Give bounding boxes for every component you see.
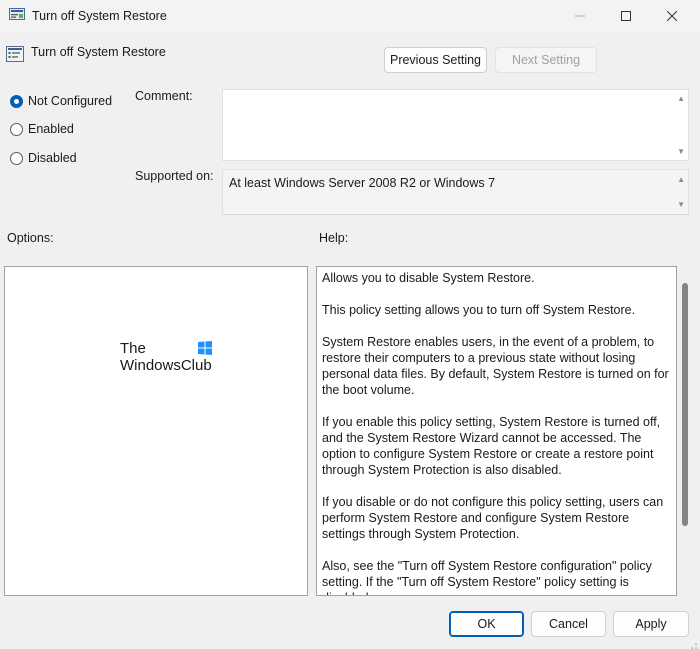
supported-on-label: Supported on:	[135, 169, 214, 183]
policy-title: Turn off System Restore	[31, 45, 166, 59]
radio-not-configured[interactable]: Not Configured	[10, 94, 112, 108]
help-panel[interactable]: Allows you to disable System Restore. Th…	[316, 266, 677, 596]
radio-label: Disabled	[28, 151, 77, 165]
scroll-up-icon[interactable]: ▲	[677, 94, 685, 103]
minimize-button[interactable]	[557, 0, 603, 32]
help-paragraph: Also, see the "Turn off System Restore c…	[322, 559, 652, 595]
help-scrollbar-thumb[interactable]	[682, 283, 688, 526]
help-paragraph: This policy setting allows you to turn o…	[322, 303, 636, 317]
help-paragraph: If you enable this policy setting, Syste…	[322, 415, 661, 477]
window-title: Turn off System Restore	[32, 9, 167, 23]
next-setting-button[interactable]: Next Setting	[495, 47, 597, 73]
help-label: Help:	[319, 231, 349, 245]
supported-on-field: At least Windows Server 2008 R2 or Windo…	[222, 169, 689, 215]
options-panel: The WindowsClub	[4, 266, 308, 596]
help-text: Allows you to disable System Restore. Th…	[322, 270, 674, 595]
radio-indicator[interactable]	[10, 94, 23, 108]
resize-grip-icon[interactable]	[690, 639, 698, 649]
help-paragraph: System Restore enables users, in the eve…	[322, 335, 669, 397]
logo-text-line2: WindowsClub	[120, 357, 212, 374]
help-paragraph: If you disable or do not configure this …	[322, 495, 664, 541]
close-button[interactable]	[649, 0, 695, 32]
scroll-down-icon[interactable]: ▼	[677, 147, 685, 156]
policy-settings-icon	[9, 8, 25, 22]
windows-logo-icon	[198, 341, 212, 358]
radio-indicator[interactable]	[10, 151, 23, 165]
radio-enabled[interactable]: Enabled	[10, 122, 74, 136]
minimize-icon	[575, 8, 585, 24]
comment-label: Comment:	[135, 89, 193, 103]
title-bar: Turn off System Restore	[0, 0, 700, 32]
policy-setting-icon	[6, 45, 24, 63]
comment-field[interactable]: ▲ ▼	[222, 89, 689, 161]
close-icon	[666, 8, 678, 24]
maximize-icon	[621, 8, 631, 24]
scroll-up-icon[interactable]: ▲	[677, 175, 685, 184]
cancel-button[interactable]: Cancel	[531, 611, 606, 637]
radio-label: Not Configured	[28, 94, 113, 108]
maximize-button[interactable]	[603, 0, 649, 32]
radio-indicator[interactable]	[10, 122, 23, 136]
ok-button[interactable]: OK	[449, 611, 524, 637]
help-paragraph: Allows you to disable System Restore.	[322, 271, 535, 285]
scroll-down-icon[interactable]: ▼	[677, 200, 685, 209]
thewindowsclub-logo: The WindowsClub	[120, 340, 220, 380]
radio-disabled[interactable]: Disabled	[10, 151, 77, 165]
previous-setting-button[interactable]: Previous Setting	[384, 47, 487, 73]
radio-label: Enabled	[28, 122, 74, 136]
options-label: Options:	[7, 231, 54, 245]
apply-button[interactable]: Apply	[613, 611, 689, 637]
supported-on-value: At least Windows Server 2008 R2 or Windo…	[229, 176, 496, 190]
